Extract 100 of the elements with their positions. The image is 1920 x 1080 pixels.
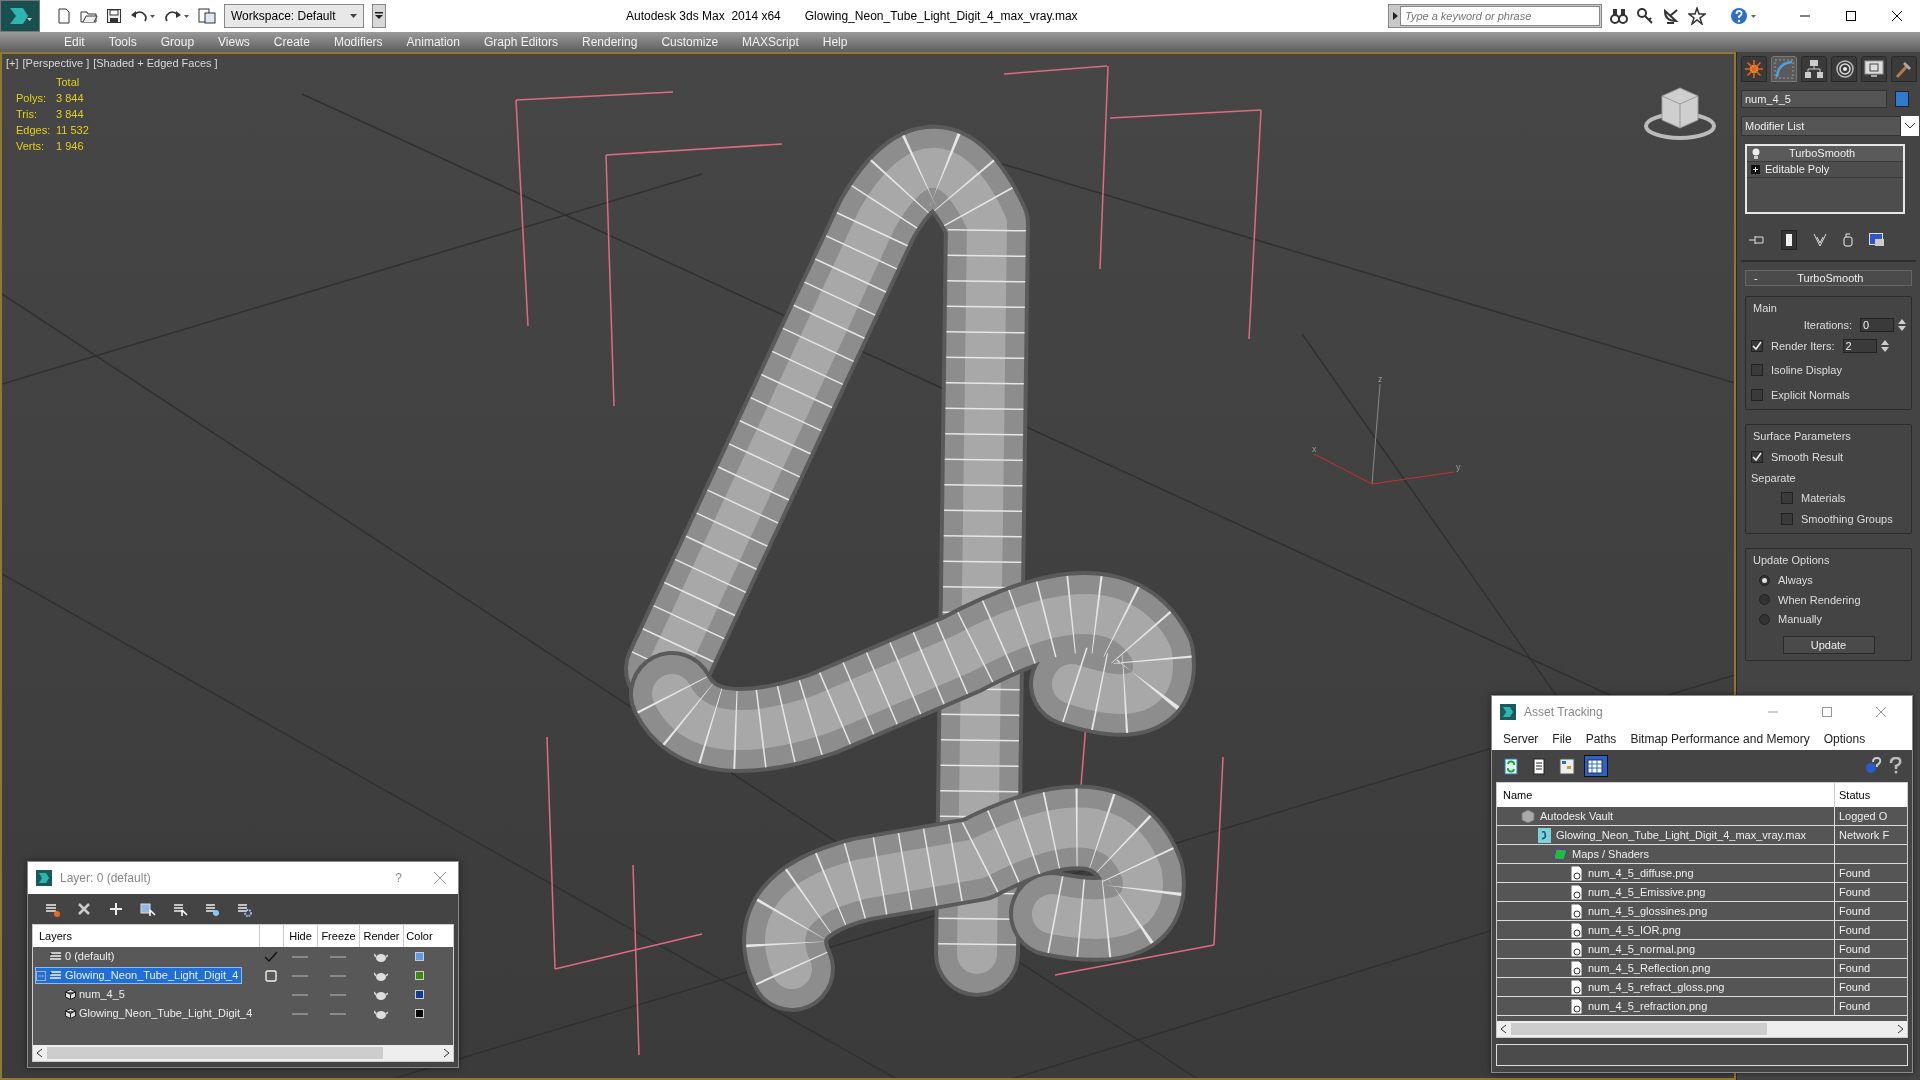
add-icon[interactable] [108, 901, 124, 917]
column-header[interactable]: Layers [39, 927, 73, 945]
column-header[interactable]: Name [1503, 786, 1533, 804]
viewport-label[interactable]: [+] [6, 55, 19, 72]
redo-icon[interactable] [164, 8, 190, 24]
column-header[interactable]: Hide [289, 927, 312, 945]
checkbox[interactable] [1781, 492, 1793, 505]
asset-name[interactable]: Maps / Shaders [1553, 845, 1650, 863]
column-header[interactable]: Color [406, 927, 433, 945]
layer-row[interactable]: Glowing_Neon_Tube_Light_Digit_4 [51, 1005, 257, 1022]
help-icon[interactable] [1730, 7, 1758, 25]
radio-button[interactable] [1759, 613, 1770, 625]
pin-icon[interactable] [1749, 234, 1765, 246]
app-logo-icon[interactable] [0, 0, 40, 32]
layer-color-swatch[interactable] [414, 1009, 424, 1018]
binoculars-icon[interactable] [1610, 7, 1628, 25]
menu-item[interactable]: File [1545, 730, 1579, 748]
menu-item[interactable]: Server [1496, 730, 1546, 748]
star-icon[interactable] [1688, 7, 1706, 25]
menu-item[interactable]: Edit [52, 32, 97, 52]
dropdown-arrow-icon[interactable] [375, 12, 383, 20]
teapot-icon[interactable] [374, 1008, 388, 1019]
light-bulb-icon[interactable] [1751, 147, 1761, 160]
asset-name[interactable]: num_4_5_refract_gloss.png [1569, 978, 1725, 996]
new-layer-icon[interactable] [44, 901, 60, 917]
help-button[interactable]: ? [395, 869, 402, 887]
checkbox[interactable] [1781, 512, 1793, 525]
asset-name[interactable]: num_4_5_refraction.png [1569, 997, 1708, 1015]
menu-item[interactable]: Paths [1578, 730, 1624, 748]
asset-name[interactable]: num_4_5_Reflection.png [1569, 959, 1711, 977]
asset-name[interactable]: num_4_5_Emissive.png [1569, 883, 1706, 901]
radio-button[interactable] [1759, 594, 1770, 606]
undo-icon[interactable] [130, 8, 156, 24]
satellite-dish-icon[interactable] [1662, 7, 1680, 25]
menu-item[interactable]: Tools [96, 32, 149, 52]
workspace-dropdown[interactable]: Workspace: Default [224, 4, 364, 28]
layer-color-swatch[interactable] [414, 990, 424, 999]
layer-toggle-icon[interactable] [265, 969, 277, 982]
new-file-icon[interactable] [56, 8, 72, 24]
expand-icon[interactable] [1751, 165, 1760, 174]
caret-icon[interactable] [1905, 123, 1915, 129]
search-field[interactable]: Type a keyword or phrase [1400, 6, 1600, 26]
view-button[interactable] [1584, 755, 1608, 777]
column-header[interactable]: Render [363, 927, 400, 945]
menu-item[interactable]: MAXScript [730, 32, 811, 52]
asset-name[interactable]: Autodesk Vault [1521, 807, 1614, 825]
collapse-toggle[interactable]: - [1746, 269, 1766, 287]
toolbar-menu-button[interactable] [372, 4, 386, 28]
layer-row[interactable]: Glowing_Neon_Tube_Light_Digit_4 [35, 967, 243, 984]
key-icon[interactable] [1636, 7, 1654, 25]
spinner-field[interactable]: 2 [1842, 338, 1877, 353]
menu-item[interactable]: Customize [649, 32, 731, 52]
horizontal-scrollbar[interactable] [33, 1045, 453, 1061]
asset-name[interactable]: num_4_5_diffuse.png [1569, 864, 1694, 882]
teapot-icon[interactable] [374, 970, 388, 981]
checkbox[interactable] [1751, 364, 1763, 377]
rollout-header[interactable]: - TurboSmooth [1745, 270, 1912, 286]
object-color-swatch[interactable] [1895, 91, 1909, 107]
menu-item[interactable]: Animation [394, 32, 472, 52]
menu-item[interactable]: Options [1816, 730, 1873, 748]
asset-name[interactable]: num_4_5_normal.png [1569, 940, 1696, 958]
column-header[interactable]: Status [1839, 786, 1871, 804]
spinner-arrows-icon[interactable] [1880, 338, 1889, 353]
checkbox[interactable] [1751, 339, 1763, 352]
layer-cursor-icon[interactable] [172, 901, 188, 917]
panel-tab[interactable] [1891, 56, 1917, 82]
checkbox[interactable] [1751, 451, 1763, 464]
cube-cursor-icon[interactable] [140, 901, 156, 917]
viewcube-icon[interactable] [1644, 87, 1716, 140]
menu-item[interactable]: Rendering [570, 32, 650, 52]
panel-tab[interactable] [1861, 56, 1887, 82]
make-unique-icon[interactable] [1813, 233, 1827, 247]
column-header[interactable]: Freeze [321, 927, 356, 945]
show-end-result-icon[interactable] [1781, 230, 1797, 250]
object-name-field[interactable]: num_4_5 [1741, 90, 1887, 108]
asset-name[interactable]: num_4_5_glossines.png [1569, 902, 1708, 920]
menu-item[interactable]: Group [148, 32, 207, 52]
maximize-icon[interactable] [1846, 11, 1856, 21]
update-button[interactable]: Update [1782, 635, 1875, 654]
layer-gear-icon[interactable] [236, 901, 252, 917]
modifier-stack-item[interactable]: TurboSmooth [1747, 146, 1903, 162]
layer-row[interactable]: 0 (default) [35, 948, 119, 965]
open-folder-icon[interactable] [80, 8, 98, 24]
spinner-field[interactable]: 0 [1860, 318, 1894, 333]
layer-row[interactable]: num_4_5 [51, 986, 129, 1003]
close-button[interactable] [434, 872, 446, 884]
asset-name[interactable]: num_4_5_IOR.png [1569, 921, 1681, 939]
configure-sets-icon[interactable] [1869, 233, 1885, 247]
viewport-label[interactable]: [Shaded + Edged Faces ] [93, 55, 218, 72]
menu-item[interactable]: Views [206, 32, 262, 52]
horizontal-scrollbar[interactable] [1497, 1021, 1907, 1037]
menu-item[interactable]: Create [261, 32, 322, 52]
checkbox[interactable] [1751, 388, 1763, 401]
teapot-icon[interactable] [374, 951, 388, 962]
remove-modifier-icon[interactable] [1843, 233, 1853, 247]
caret-icon[interactable] [350, 14, 357, 18]
menu-item[interactable]: Modifiers [321, 32, 395, 52]
spinner-arrows-icon[interactable] [1898, 318, 1906, 333]
layer-bulb-icon[interactable] [204, 901, 220, 917]
close-icon[interactable] [1892, 11, 1902, 21]
